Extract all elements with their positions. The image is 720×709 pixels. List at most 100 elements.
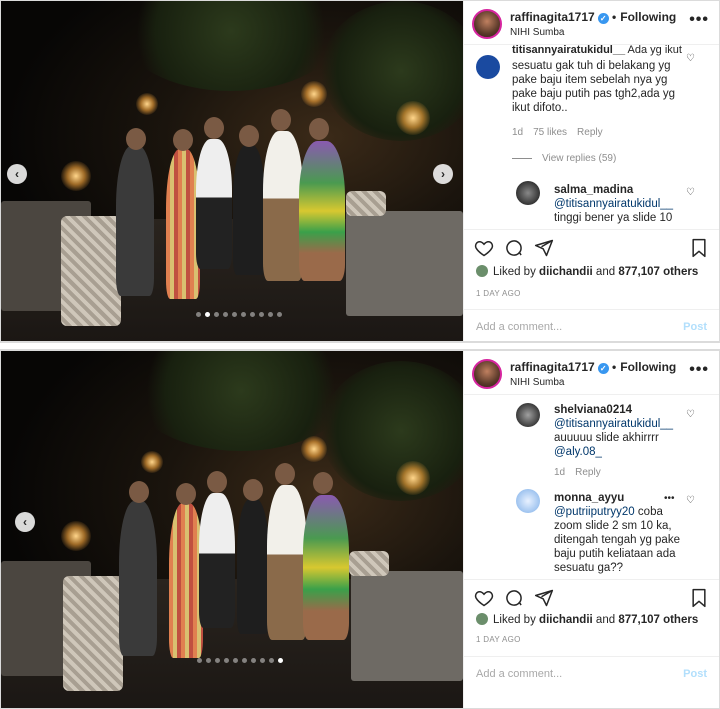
dot-separator: • bbox=[612, 10, 617, 24]
photo-person bbox=[237, 499, 269, 634]
carousel-dot bbox=[197, 658, 202, 663]
liked-by-user[interactable]: diichandii bbox=[539, 614, 593, 626]
comment-bubble-icon[interactable] bbox=[504, 238, 524, 258]
following-button[interactable]: Following bbox=[620, 360, 676, 374]
liked-by-count[interactable]: 877,107 others bbox=[618, 614, 698, 626]
reply-avatar[interactable] bbox=[516, 181, 540, 205]
liked-by-prefix: Liked by bbox=[493, 614, 536, 626]
comment-partial: titisannyairatukidul__ Ada yg ikut bbox=[512, 45, 702, 57]
profile-avatar[interactable] bbox=[472, 9, 502, 39]
photo-table bbox=[346, 211, 463, 316]
instagram-post-2: ‹ raffinagita1717 ✓ • Following NIHI Sumba… bbox=[0, 350, 720, 709]
post-actions-bar bbox=[464, 229, 719, 265]
share-send-icon[interactable] bbox=[534, 238, 554, 258]
photo-lantern bbox=[301, 436, 327, 462]
reply-username[interactable]: shelviana0214 bbox=[554, 404, 632, 416]
post-comment-button[interactable]: Post bbox=[683, 668, 707, 680]
carousel-dot bbox=[214, 312, 219, 317]
post-comment-button[interactable]: Post bbox=[683, 321, 707, 333]
more-options-icon[interactable]: ••• bbox=[689, 11, 709, 29]
reply-mention[interactable]: @titisannyairatukidul__ bbox=[554, 198, 673, 210]
comment-reply-button[interactable]: Reply bbox=[575, 467, 601, 478]
liker-avatar bbox=[476, 265, 488, 277]
liked-by-and: and bbox=[595, 614, 616, 626]
liked-by-count[interactable]: 877,107 others bbox=[618, 266, 698, 278]
reply-text: salma_madina @titisannyairatukidul__ tin… bbox=[554, 183, 694, 225]
share-send-icon[interactable] bbox=[534, 588, 554, 608]
comment-meta: 1d Reply bbox=[554, 467, 611, 478]
post-photo-carousel[interactable]: ‹ › bbox=[1, 1, 463, 341]
comment-bubble-icon[interactable] bbox=[504, 588, 524, 608]
comment-likes-count[interactable]: 75 likes bbox=[533, 127, 567, 138]
add-comment-input[interactable]: Add a comment... bbox=[476, 668, 562, 680]
save-bookmark-icon[interactable] bbox=[690, 238, 708, 258]
location-link[interactable]: NIHI Sumba bbox=[510, 27, 564, 38]
liker-avatar bbox=[476, 613, 488, 625]
post-timestamp[interactable]: 1 DAY AGO bbox=[476, 289, 521, 298]
comment-more-options-icon[interactable]: ••• bbox=[664, 493, 675, 504]
photo-person-head bbox=[243, 479, 263, 501]
photo-lantern bbox=[61, 521, 91, 551]
post-sidebar: raffinagita1717 ✓ • Following NIHI Sumba •… bbox=[463, 351, 719, 708]
reply-like-heart-icon[interactable]: ♡ bbox=[686, 187, 695, 198]
photo-person-head bbox=[309, 118, 329, 140]
likes-summary[interactable]: Liked by diichandii and 877,107 others bbox=[476, 613, 698, 626]
view-replies-button[interactable]: View replies (59) bbox=[512, 153, 616, 164]
post-timestamp[interactable]: 1 DAY AGO bbox=[476, 635, 521, 644]
more-options-icon[interactable]: ••• bbox=[689, 361, 709, 379]
reply-mention[interactable]: @titisannyairatukidul__ bbox=[554, 418, 673, 430]
reply-like-heart-icon[interactable]: ♡ bbox=[686, 409, 695, 420]
photo-sofa bbox=[61, 216, 121, 326]
photo-person bbox=[169, 503, 203, 658]
like-heart-icon[interactable] bbox=[474, 238, 494, 258]
post-sidebar: raffinagita1717 ✓ • Following NIHI Sumba •… bbox=[463, 1, 719, 341]
comment-username[interactable]: titisannyairatukidul__ bbox=[512, 45, 625, 56]
carousel-next-button[interactable]: › bbox=[433, 164, 453, 184]
post-header: raffinagita1717 ✓ • Following NIHI Sumba •… bbox=[464, 1, 719, 45]
reply-mention[interactable]: @putriiputryy20 bbox=[554, 506, 635, 518]
reply-avatar[interactable] bbox=[516, 403, 540, 427]
carousel-dot bbox=[196, 312, 201, 317]
photo-person-head bbox=[271, 109, 291, 131]
post-photo-carousel[interactable]: ‹ bbox=[1, 351, 463, 708]
reply-avatar[interactable] bbox=[516, 489, 540, 513]
location-link[interactable]: NIHI Sumba bbox=[510, 377, 564, 388]
carousel-dot bbox=[233, 658, 238, 663]
reply-mention[interactable]: @aly.08_ bbox=[554, 446, 602, 458]
following-button[interactable]: Following bbox=[620, 10, 676, 24]
photo-person-head bbox=[313, 472, 333, 494]
screenshot-divider bbox=[0, 342, 720, 350]
reply-username[interactable]: salma_madina bbox=[554, 184, 633, 196]
reply-username[interactable]: monna_ayyu bbox=[554, 492, 624, 504]
reply-like-heart-icon[interactable]: ♡ bbox=[686, 495, 695, 506]
likes-summary[interactable]: Liked by diichandii and 877,107 others bbox=[476, 265, 698, 278]
carousel-dot bbox=[215, 658, 220, 663]
photo-table bbox=[351, 571, 463, 681]
photo-person bbox=[166, 149, 200, 299]
photo-person bbox=[263, 131, 303, 281]
comments-list[interactable]: shelviana0214 @titisannyairatukidul__ au… bbox=[464, 395, 719, 579]
reply-body: tinggi bener ya slide 10 bbox=[554, 212, 673, 224]
photo-person-head bbox=[204, 117, 224, 139]
photo-lantern bbox=[61, 161, 91, 191]
username-link[interactable]: raffinagita1717 bbox=[510, 360, 595, 374]
comments-list[interactable]: titisannyairatukidul__ Ada yg ikut ♡ ses… bbox=[464, 45, 719, 229]
like-heart-icon[interactable] bbox=[474, 588, 494, 608]
add-comment-input[interactable]: Add a comment... bbox=[476, 321, 562, 333]
save-bookmark-icon[interactable] bbox=[690, 588, 708, 608]
liked-by-user[interactable]: diichandii bbox=[539, 266, 593, 278]
photo-person-head bbox=[126, 128, 146, 150]
photo-person bbox=[116, 146, 154, 296]
profile-avatar[interactable] bbox=[472, 359, 502, 389]
commenter-avatar[interactable] bbox=[476, 55, 500, 79]
reply-body: zoom slide 2 sm 10 ka, ditengah tengah y… bbox=[554, 520, 680, 574]
carousel-prev-button[interactable]: ‹ bbox=[7, 164, 27, 184]
reply-body: auuuuu slide akhirrrr bbox=[554, 432, 659, 444]
verified-badge-icon: ✓ bbox=[597, 363, 609, 374]
comment-reply-button[interactable]: Reply bbox=[577, 127, 603, 138]
carousel-prev-button[interactable]: ‹ bbox=[15, 512, 35, 532]
reply-text: shelviana0214 @titisannyairatukidul__ au… bbox=[554, 403, 694, 459]
username-link[interactable]: raffinagita1717 bbox=[510, 10, 595, 24]
carousel-dots bbox=[196, 312, 282, 317]
photo-person bbox=[303, 495, 349, 640]
